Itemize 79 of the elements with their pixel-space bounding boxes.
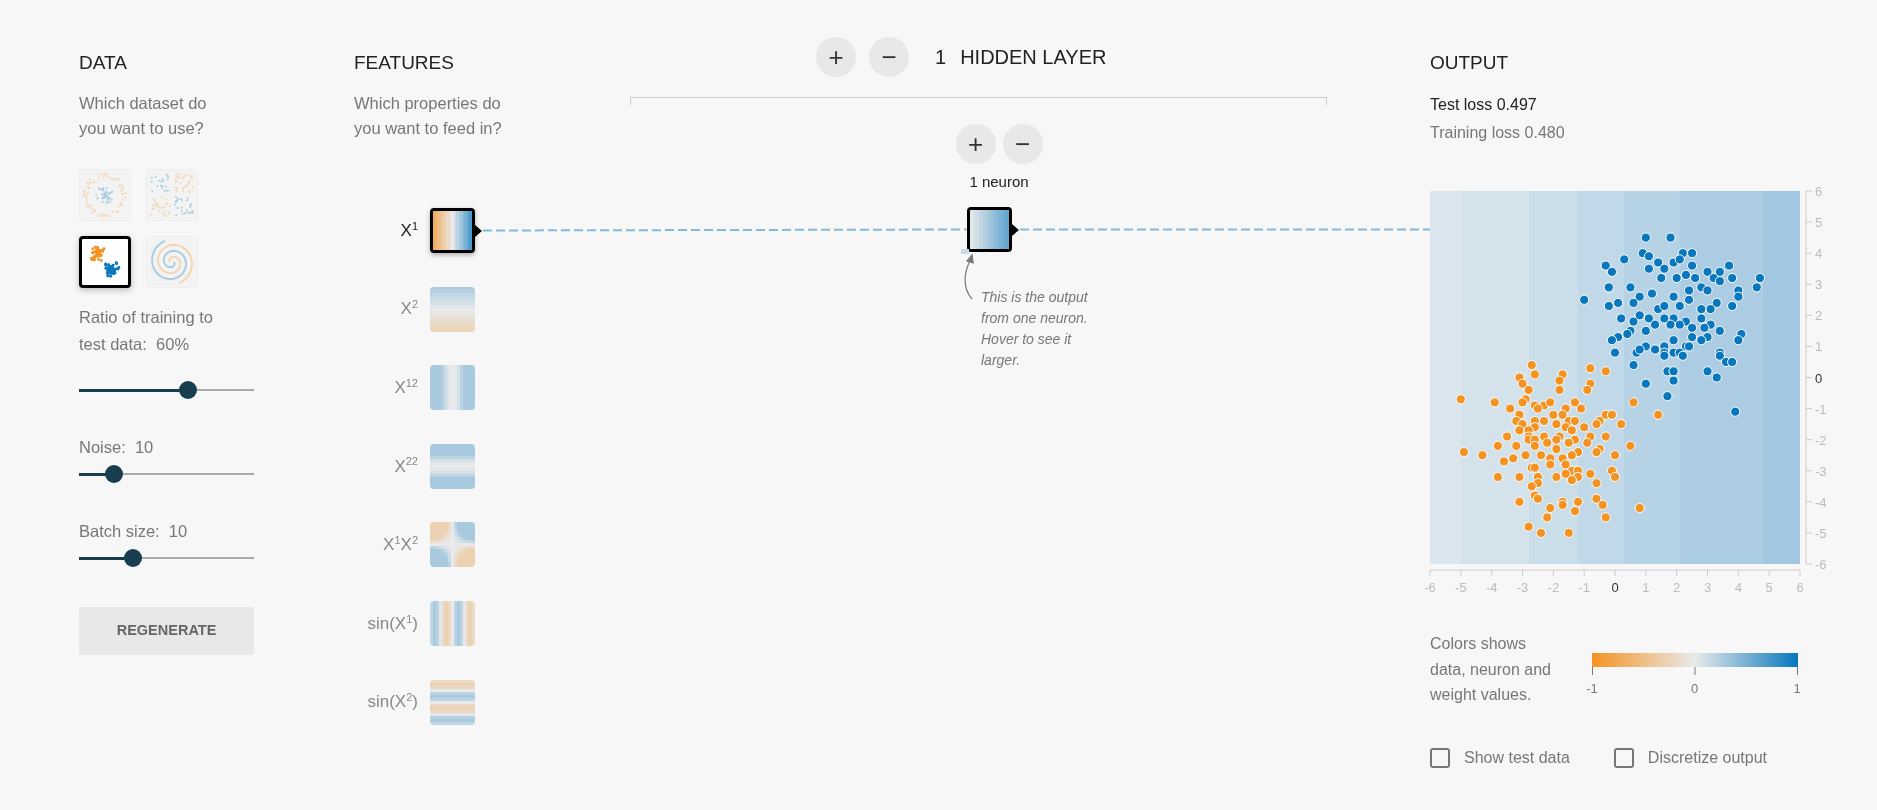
scale-label: 0 <box>1690 681 1699 696</box>
slider-thumb[interactable] <box>105 465 123 483</box>
feature-label: X$^{1}$ <box>399 218 418 242</box>
feature-toggle[interactable] <box>430 600 475 646</box>
axis-tick-label: -4 <box>1815 494 1827 510</box>
test-loss: Test loss 0.497 <box>1430 95 1538 115</box>
axis-tick-label: 4 <box>1734 580 1742 595</box>
slider-label: Ratio of training to test data: 60% <box>79 307 214 355</box>
axis-tick-label: 0 <box>1815 370 1823 386</box>
feature-toggle[interactable] <box>430 679 475 725</box>
feature-label: X$^{1}$X$^{2}$ <box>382 533 418 557</box>
feature-toggle[interactable] <box>430 522 475 568</box>
feature-label: X$^{2}$ <box>399 297 418 321</box>
axis-tick-label: 5 <box>1765 580 1773 595</box>
feature-label: sin(X$^{2}$) <box>366 690 418 714</box>
axis-tick-label: 6 <box>1796 580 1804 595</box>
slider-thumb[interactable] <box>178 381 197 399</box>
section-description: Which properties do you want to feed in? <box>354 93 503 139</box>
axis-tick-label: 0 <box>1611 580 1619 595</box>
slider-track[interactable] <box>79 548 254 568</box>
feature-toggle[interactable] <box>430 443 475 489</box>
axis-tick-label: 1 <box>1642 580 1650 595</box>
axis-tick-label: 6 <box>1815 184 1823 199</box>
layer-count: 1 <box>935 45 947 70</box>
dataset-preview-icon <box>80 170 130 220</box>
slider-track[interactable] <box>79 380 254 400</box>
feature-toggle[interactable] <box>430 365 475 411</box>
axis-tick-label: -6 <box>1424 580 1436 595</box>
training-loss: Training loss 0.480 <box>1430 123 1566 143</box>
axis-tick-label: -5 <box>1815 525 1827 541</box>
remove-layer-button[interactable]: − <box>869 37 909 77</box>
section-title: FEATURES <box>354 51 455 75</box>
section-title: OUTPUT <box>1430 51 1510 75</box>
axis-tick-label: -5 <box>1455 580 1467 595</box>
neuron-node[interactable] <box>967 207 1012 252</box>
feature-toggle[interactable] <box>430 208 475 253</box>
section-title: DATA <box>79 51 128 75</box>
checkbox-label: Discretize output <box>1647 747 1767 768</box>
output-pointer-icon <box>1012 223 1019 236</box>
scale-label: 1 <box>1793 681 1801 696</box>
feature-toggle[interactable] <box>430 286 475 332</box>
axis-tick-label: 4 <box>1815 246 1823 262</box>
axis-tick-label: -2 <box>1547 580 1560 595</box>
axis-tick-label: -1 <box>1578 580 1590 595</box>
regenerate-button[interactable]: REGENERATE <box>79 607 254 655</box>
axis-tick-label: -3 <box>1516 580 1529 595</box>
feature-label: X$^{12}$ <box>393 375 418 399</box>
add-neuron-button[interactable]: + <box>955 124 996 164</box>
slider-label: Noise: 10 <box>79 437 155 458</box>
axis-tick-label: 2 <box>1815 308 1823 324</box>
axis-tick-label: 2 <box>1673 580 1681 595</box>
axis-tick-label: -6 <box>1815 557 1827 572</box>
axis-tick-label: -4 <box>1485 580 1498 595</box>
axis-tick-label: -2 <box>1815 432 1827 448</box>
add-layer-button[interactable]: + <box>816 37 856 77</box>
bias-marker <box>961 249 969 254</box>
feature-label: sin(X$^{1}$) <box>366 611 418 635</box>
layer-label: HIDDEN LAYER <box>960 45 1107 70</box>
axis-tick-label: 3 <box>1815 277 1823 293</box>
remove-neuron-button[interactable]: − <box>1002 124 1043 164</box>
scale-label: -1 <box>1586 681 1598 696</box>
axis-tick-label: 1 <box>1815 339 1823 355</box>
checkbox-label: Show test data <box>1464 747 1570 768</box>
checkbox[interactable] <box>1430 747 1450 768</box>
dataset-option[interactable] <box>79 236 131 288</box>
slider-label: Batch size: 10 <box>79 521 189 542</box>
neuron-tooltip-note: This is the output from one neuron. Hover to see it larger. <box>981 288 1089 370</box>
legend-text: Colors shows data, neuron and weight values. <box>1430 634 1552 705</box>
section-description: Which dataset do you want to use? <box>79 93 208 139</box>
checkbox[interactable] <box>1613 747 1634 768</box>
output-pointer-icon <box>475 224 482 237</box>
axis-tick-label: 3 <box>1703 580 1712 595</box>
axis-tick-label: 5 <box>1815 215 1823 231</box>
slider-thumb[interactable] <box>124 549 143 567</box>
axis-tick-label: -1 <box>1815 401 1827 417</box>
feature-label: X$^{22}$ <box>393 454 418 478</box>
axis-tick-label: -3 <box>1815 463 1827 479</box>
slider-track[interactable] <box>79 464 254 484</box>
neuron-count: 1 neuron <box>969 173 1029 191</box>
